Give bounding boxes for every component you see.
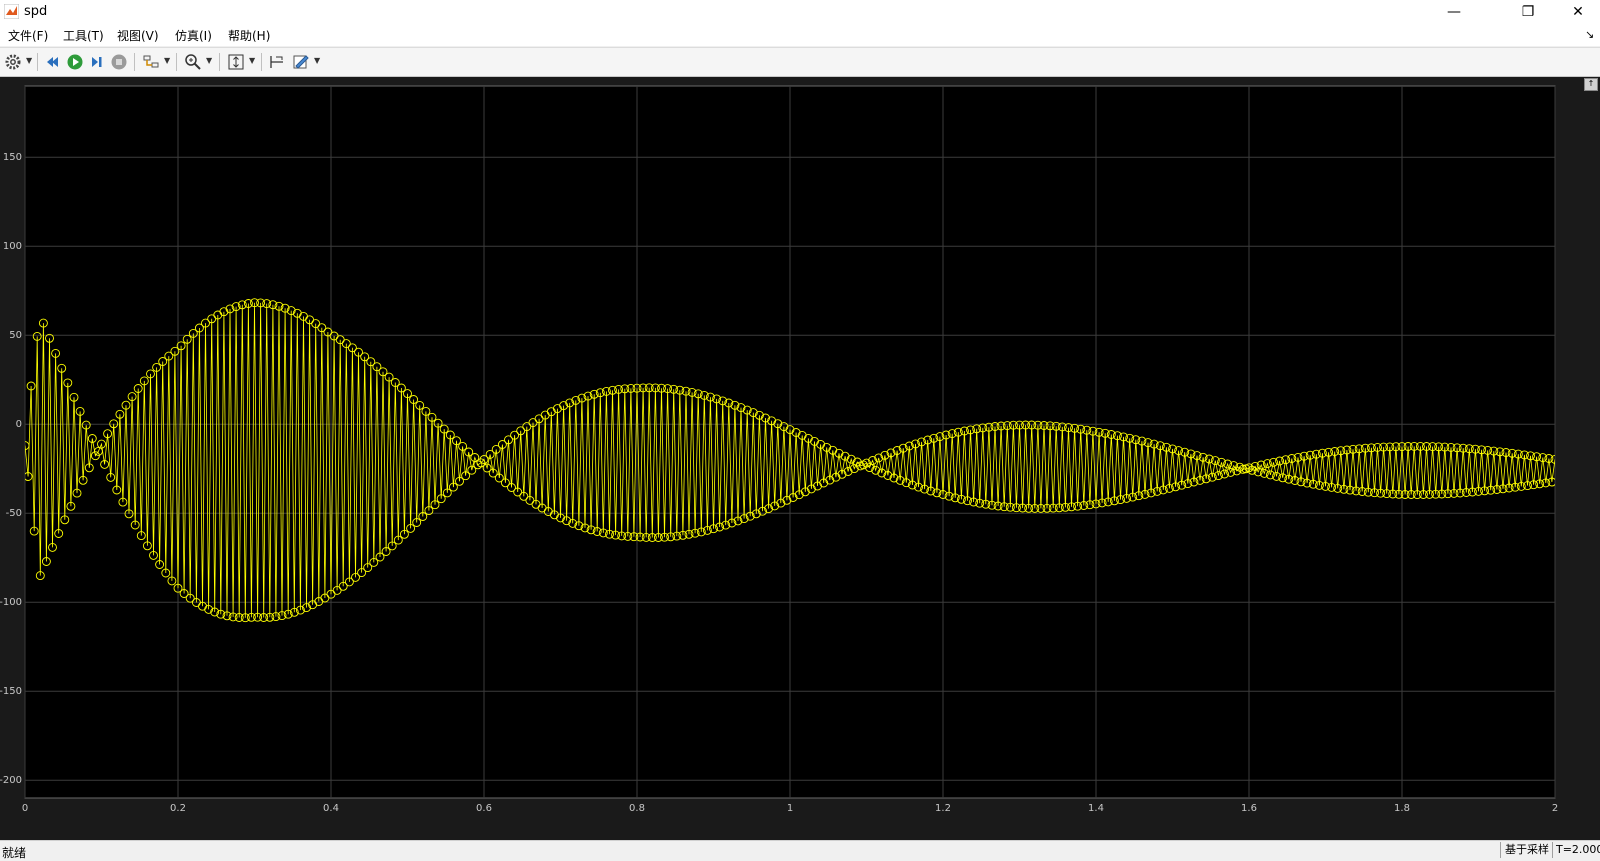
toolbar-separator bbox=[176, 53, 177, 71]
matlab-app-icon bbox=[4, 4, 19, 19]
x-tick-label: 0.8 bbox=[629, 803, 645, 814]
simulation-time: T=2.000 bbox=[1552, 842, 1600, 858]
expand-legend-button[interactable]: ↑ bbox=[1584, 78, 1598, 91]
run-icon[interactable] bbox=[66, 53, 84, 71]
cursor-icon[interactable] bbox=[268, 53, 286, 71]
menu-file[interactable]: 文件(F) bbox=[8, 27, 48, 44]
step-back-icon[interactable] bbox=[44, 53, 62, 71]
y-tick-label: -100 bbox=[0, 597, 22, 608]
autoscale-icon[interactable] bbox=[227, 53, 245, 71]
y-tick-label: 0 bbox=[16, 419, 22, 430]
toolbar-separator bbox=[37, 53, 38, 71]
toolbar-separator bbox=[219, 53, 220, 71]
x-tick-label: 0.2 bbox=[170, 803, 186, 814]
style-dropdown-icon[interactable]: ▼ bbox=[314, 56, 320, 65]
x-tick-label: 0.6 bbox=[476, 803, 492, 814]
step-forward-icon[interactable] bbox=[88, 53, 106, 71]
minimize-button[interactable]: — bbox=[1432, 0, 1476, 24]
toolbar: ▼ ▼ ▼ ▼ ▼ bbox=[0, 47, 1600, 77]
stop-icon[interactable] bbox=[110, 53, 128, 71]
highlight-dropdown-icon[interactable]: ▼ bbox=[164, 56, 170, 65]
highlight-icon[interactable] bbox=[142, 53, 160, 71]
menu-help[interactable]: 帮助(H) bbox=[228, 27, 270, 44]
gear-icon[interactable] bbox=[4, 53, 22, 71]
y-tick-label: -150 bbox=[0, 686, 22, 697]
zoom-icon[interactable] bbox=[184, 53, 202, 71]
x-tick-label: 1.8 bbox=[1394, 803, 1410, 814]
x-tick-label: 1.4 bbox=[1088, 803, 1104, 814]
undock-arrow-icon[interactable]: ↘ bbox=[1585, 28, 1594, 41]
x-tick-label: 1.2 bbox=[935, 803, 951, 814]
scope-plot[interactable]: 0 0.2 0.4 0.6 0.8 1 1.2 1.4 1.6 1.8 2 -200 -150 -100 -… bbox=[0, 77, 1600, 840]
x-tick-label: 0.4 bbox=[323, 803, 339, 814]
x-tick-label: 1.6 bbox=[1241, 803, 1257, 814]
title-bar: spd — ❐ ✕ bbox=[0, 0, 1600, 24]
scope-display: 0 0.2 0.4 0.6 0.8 1 1.2 1.4 1.6 1.8 2 -200 -150 -100 -… bbox=[0, 77, 1600, 840]
toolbar-separator bbox=[134, 53, 135, 71]
style-icon[interactable] bbox=[292, 53, 310, 71]
sample-mode-indicator: 基于采样 bbox=[1500, 842, 1553, 858]
y-tick-label: 100 bbox=[3, 241, 22, 252]
toolbar-separator bbox=[261, 53, 262, 71]
close-button[interactable]: ✕ bbox=[1556, 0, 1600, 24]
gear-dropdown-icon[interactable]: ▼ bbox=[26, 56, 32, 65]
status-bar: 就绪 基于采样 T=2.000 bbox=[0, 840, 1600, 861]
menu-view[interactable]: 视图(V) bbox=[117, 27, 159, 44]
y-tick-label: 50 bbox=[9, 330, 22, 341]
autoscale-dropdown-icon[interactable]: ▼ bbox=[249, 56, 255, 65]
status-text: 就绪 bbox=[2, 846, 27, 860]
y-tick-label: -200 bbox=[0, 775, 22, 786]
y-tick-label: -50 bbox=[6, 508, 22, 519]
maximize-button[interactable]: ❐ bbox=[1506, 0, 1550, 24]
zoom-dropdown-icon[interactable]: ▼ bbox=[206, 56, 212, 65]
menu-tools[interactable]: 工具(T) bbox=[63, 27, 104, 44]
x-tick-label: 0 bbox=[22, 803, 28, 814]
x-tick-label: 1 bbox=[787, 803, 793, 814]
menu-simulation[interactable]: 仿真(I) bbox=[175, 27, 212, 44]
window-title: spd bbox=[24, 4, 48, 19]
menu-bar: 文件(F) 工具(T) 视图(V) 仿真(I) 帮助(H) ↘ bbox=[0, 24, 1600, 46]
y-tick-label: 150 bbox=[3, 152, 22, 163]
x-tick-label: 2 bbox=[1552, 803, 1558, 814]
